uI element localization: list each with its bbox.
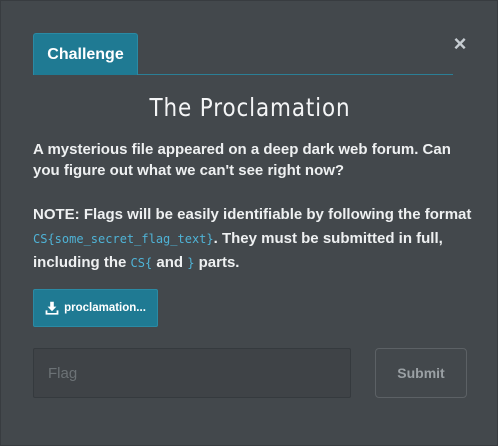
challenge-modal: × Challenge The Proclamation A mysteriou… xyxy=(0,0,498,446)
tab-challenge[interactable]: Challenge xyxy=(33,33,138,75)
file-download-label: proclamation... xyxy=(64,302,146,314)
flag-format-note: NOTE: Flags will be easily identifiable … xyxy=(33,203,473,275)
download-icon xyxy=(45,301,59,315)
note-and: and xyxy=(156,254,184,271)
note-prefix: NOTE: Flags will be easily identifiable … xyxy=(33,206,472,223)
note-suffix: parts. xyxy=(198,254,240,271)
tab-bar: Challenge xyxy=(33,33,453,75)
challenge-title: The Proclamation xyxy=(149,93,351,122)
close-icon[interactable]: × xyxy=(451,33,469,55)
challenge-description: A mysterious file appeared on a deep dar… xyxy=(33,141,451,179)
submit-button[interactable]: Submit xyxy=(375,348,467,398)
flag-input[interactable] xyxy=(33,348,351,398)
flag-open-code: CS{ xyxy=(130,256,153,270)
flag-close-code: } xyxy=(187,256,195,270)
file-download-button[interactable]: proclamation... xyxy=(33,289,158,327)
flag-format-code: CS{some_secret_flag_text} xyxy=(33,232,214,246)
